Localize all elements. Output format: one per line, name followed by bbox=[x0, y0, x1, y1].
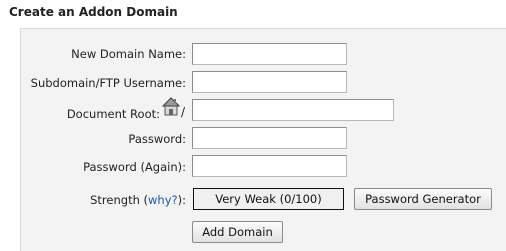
password-label: Password: bbox=[128, 132, 186, 146]
new-domain-input[interactable] bbox=[192, 43, 347, 65]
docroot-input[interactable] bbox=[192, 99, 394, 121]
password-generator-button[interactable]: Password Generator bbox=[354, 188, 492, 210]
subdomain-label: Subdomain/FTP Username: bbox=[30, 76, 186, 90]
strength-label-prefix: Strength ( bbox=[90, 193, 149, 207]
password-again-input[interactable] bbox=[192, 155, 347, 177]
home-icon[interactable] bbox=[161, 97, 181, 117]
page-title: Create an Addon Domain bbox=[9, 5, 178, 19]
password-input[interactable] bbox=[192, 127, 347, 149]
strength-label-suffix: ): bbox=[177, 193, 186, 207]
why-link[interactable]: why? bbox=[148, 193, 178, 207]
add-domain-button[interactable]: Add Domain bbox=[192, 221, 283, 243]
subdomain-input[interactable] bbox=[192, 71, 347, 93]
new-domain-label: New Domain Name: bbox=[71, 47, 186, 61]
docroot-separator: / bbox=[181, 105, 186, 119]
password-strength-meter: Very Weak (0/100) bbox=[193, 188, 344, 210]
password-again-label: Password (Again): bbox=[83, 160, 186, 174]
strength-label: Strength (why?): bbox=[90, 193, 186, 207]
docroot-label: Document Root: bbox=[66, 107, 160, 121]
